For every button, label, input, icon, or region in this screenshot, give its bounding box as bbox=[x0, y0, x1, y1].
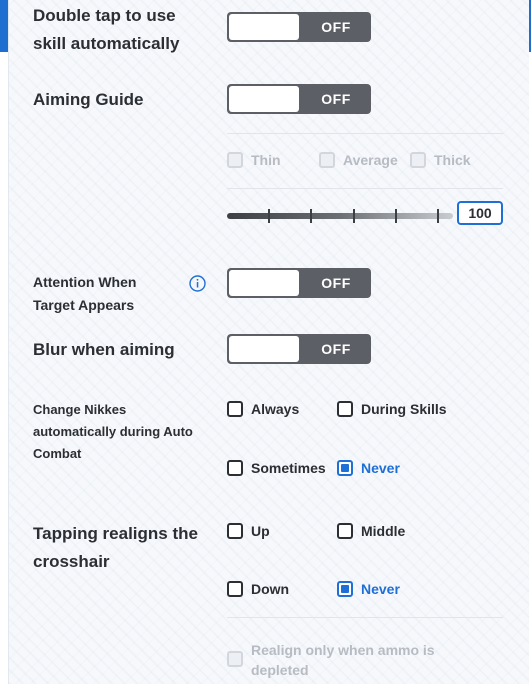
toggle-knob bbox=[229, 270, 299, 296]
opacity-slider[interactable] bbox=[227, 209, 453, 223]
thickness-thin-option[interactable]: Thin bbox=[227, 149, 281, 171]
change-nikkes-label-line3: Combat bbox=[33, 446, 82, 461]
toggle-state-label: OFF bbox=[321, 19, 351, 35]
slider-tick bbox=[268, 209, 270, 223]
attention-label-line2: Target Appears bbox=[33, 297, 135, 313]
change-never-option[interactable]: Never bbox=[337, 457, 400, 479]
slider-tick bbox=[353, 209, 355, 223]
checkbox[interactable] bbox=[337, 401, 353, 417]
attention-label: Attention When Target Appears bbox=[33, 271, 136, 317]
attention-toggle[interactable]: OFF bbox=[227, 268, 371, 298]
thickness-average-option[interactable]: Average bbox=[319, 149, 398, 171]
divider bbox=[227, 133, 503, 134]
checkbox[interactable] bbox=[227, 460, 243, 476]
option-label-line1: Realign only when ammo is bbox=[251, 642, 435, 658]
realign-never-option[interactable]: Never bbox=[337, 578, 400, 600]
toggle-state-label: OFF bbox=[321, 275, 351, 291]
toggle-state-label: OFF bbox=[321, 341, 351, 357]
tapping-realigns-label: Tapping realigns the crosshair bbox=[33, 520, 198, 576]
info-icon[interactable] bbox=[189, 275, 206, 292]
opacity-value-input[interactable]: 100 bbox=[457, 201, 503, 225]
change-during-skills-option[interactable]: During Skills bbox=[337, 398, 447, 420]
blur-toggle[interactable]: OFF bbox=[227, 334, 371, 364]
checkbox[interactable] bbox=[227, 523, 243, 539]
slider-tick bbox=[437, 209, 439, 223]
option-label: Thin bbox=[251, 152, 281, 168]
background-edge bbox=[0, 0, 8, 52]
divider bbox=[227, 617, 503, 618]
divider bbox=[227, 188, 503, 189]
checkbox-checked[interactable] bbox=[337, 581, 353, 597]
change-nikkes-label-line2: automatically during Auto bbox=[33, 424, 193, 439]
checkbox[interactable] bbox=[227, 651, 243, 667]
option-label: During Skills bbox=[361, 401, 447, 417]
toggle-knob bbox=[229, 14, 299, 40]
change-nikkes-label: Change Nikkes automatically during Auto … bbox=[33, 399, 193, 465]
toggle-state-label: OFF bbox=[321, 91, 351, 107]
tapping-realigns-label-line2: crosshair bbox=[33, 552, 110, 571]
checkbox[interactable] bbox=[337, 523, 353, 539]
change-nikkes-label-line1: Change Nikkes bbox=[33, 402, 127, 417]
attention-label-line1: Attention When bbox=[33, 274, 137, 290]
aiming-guide-label: Aiming Guide bbox=[33, 90, 144, 109]
option-label: Never bbox=[361, 581, 400, 597]
option-label: Never bbox=[361, 460, 400, 476]
checkbox[interactable] bbox=[227, 152, 243, 168]
double-tap-toggle[interactable]: OFF bbox=[227, 12, 371, 42]
double-tap-label-line1: Double tap to use bbox=[33, 6, 176, 25]
option-label-line2: depleted bbox=[251, 662, 309, 678]
option-label: Middle bbox=[361, 523, 406, 539]
slider-tick bbox=[395, 209, 397, 223]
option-label: Average bbox=[343, 152, 398, 168]
checkbox[interactable] bbox=[227, 581, 243, 597]
option-label: Down bbox=[251, 581, 290, 597]
change-always-option[interactable]: Always bbox=[227, 398, 299, 420]
aiming-guide-toggle[interactable]: OFF bbox=[227, 84, 371, 114]
option-label: Sometimes bbox=[251, 460, 326, 476]
thickness-thick-option[interactable]: Thick bbox=[410, 149, 471, 171]
blur-label: Blur when aiming bbox=[33, 340, 175, 359]
checkbox[interactable] bbox=[410, 152, 426, 168]
tapping-realigns-label-line1: Tapping realigns the bbox=[33, 524, 198, 543]
double-tap-label-line2: skill automatically bbox=[33, 34, 180, 53]
checkbox-checked[interactable] bbox=[337, 460, 353, 476]
realign-up-option[interactable]: Up bbox=[227, 520, 270, 542]
option-label: Always bbox=[251, 401, 300, 417]
slider-tick bbox=[310, 209, 312, 223]
toggle-knob bbox=[229, 336, 299, 362]
realign-down-option[interactable]: Down bbox=[227, 578, 289, 600]
option-label: Thick bbox=[434, 152, 471, 168]
double-tap-label: Double tap to use skill automatically bbox=[33, 2, 179, 58]
realign-ammo-depleted-option[interactable]: Realign only when ammo is depleted bbox=[227, 640, 435, 680]
checkbox[interactable] bbox=[319, 152, 335, 168]
toggle-knob bbox=[229, 86, 299, 112]
change-sometimes-option[interactable]: Sometimes bbox=[227, 457, 326, 479]
option-label: Realign only when ammo is depleted bbox=[251, 640, 435, 680]
realign-middle-option[interactable]: Middle bbox=[337, 520, 405, 542]
option-label: Up bbox=[251, 523, 270, 539]
checkbox[interactable] bbox=[227, 401, 243, 417]
